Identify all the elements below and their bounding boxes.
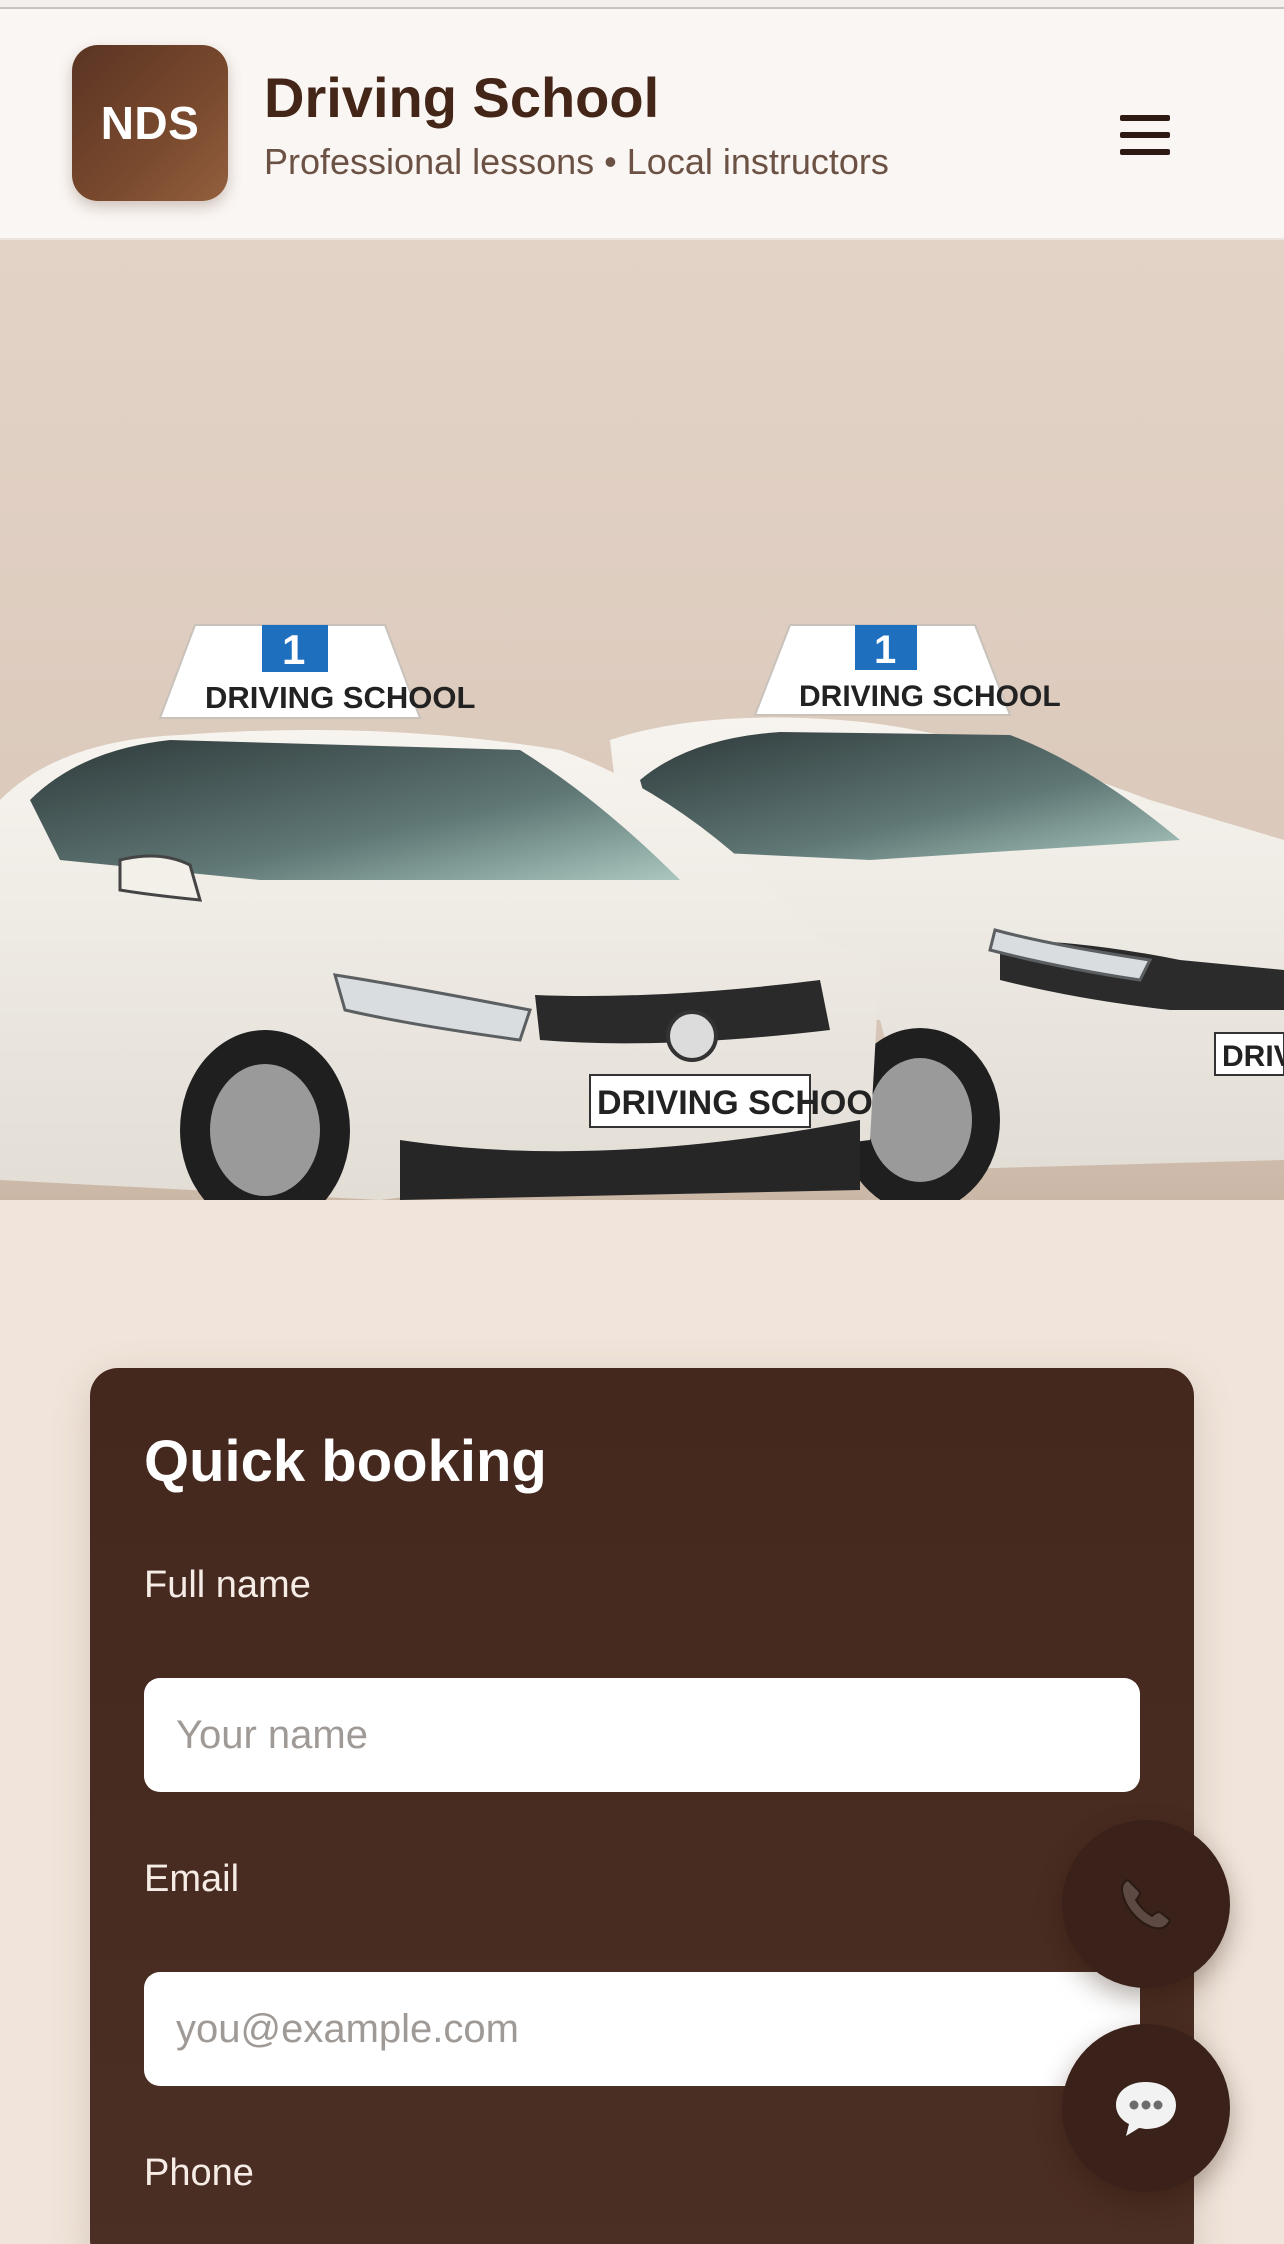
chat-button[interactable]	[1062, 2024, 1230, 2192]
chat-bubble-icon	[1116, 2082, 1176, 2136]
full-name-input[interactable]	[144, 1678, 1140, 1792]
roof-sign-text: DRIVING SCHOOL	[799, 680, 1061, 713]
menu-line	[1120, 149, 1170, 155]
roof-sign-badge: 1	[282, 626, 305, 673]
phone-label: Phone	[144, 2152, 254, 2194]
phone-icon	[1120, 1878, 1172, 1930]
car-left: DRIVING SCHOO 1 DRIVING SCHOOL	[0, 624, 880, 1200]
hamburger-icon[interactable]	[1110, 105, 1180, 165]
roof-sign-badge: 1	[874, 628, 896, 672]
logo[interactable]: NDS	[72, 45, 228, 201]
hero-image: DRIV 1 DRIVING SCHOOL DRIVING SCHOO 1 DR…	[0, 240, 1284, 1200]
menu-line	[1120, 132, 1170, 138]
email-label: Email	[144, 1858, 240, 1900]
site-header: NDS Driving School Professional lessons …	[0, 9, 1284, 240]
call-button[interactable]	[1062, 1820, 1230, 1988]
roof-sign-text: DRIVING SCHOOL	[205, 680, 475, 715]
full-name-label: Full name	[144, 1564, 311, 1606]
quick-booking-card: Quick booking Full name Email Phone	[90, 1368, 1194, 2244]
plate-text-right: DRIV	[1222, 1040, 1284, 1073]
status-bar-edge	[0, 0, 1284, 9]
menu-line	[1120, 115, 1170, 121]
site-tagline: Professional lessons • Local instructors	[264, 141, 889, 182]
site-title: Driving School	[264, 66, 660, 129]
booking-title: Quick booking	[144, 1429, 547, 1494]
plate-text-left: DRIVING SCHOO	[597, 1084, 873, 1122]
email-input[interactable]	[144, 1972, 1140, 2086]
